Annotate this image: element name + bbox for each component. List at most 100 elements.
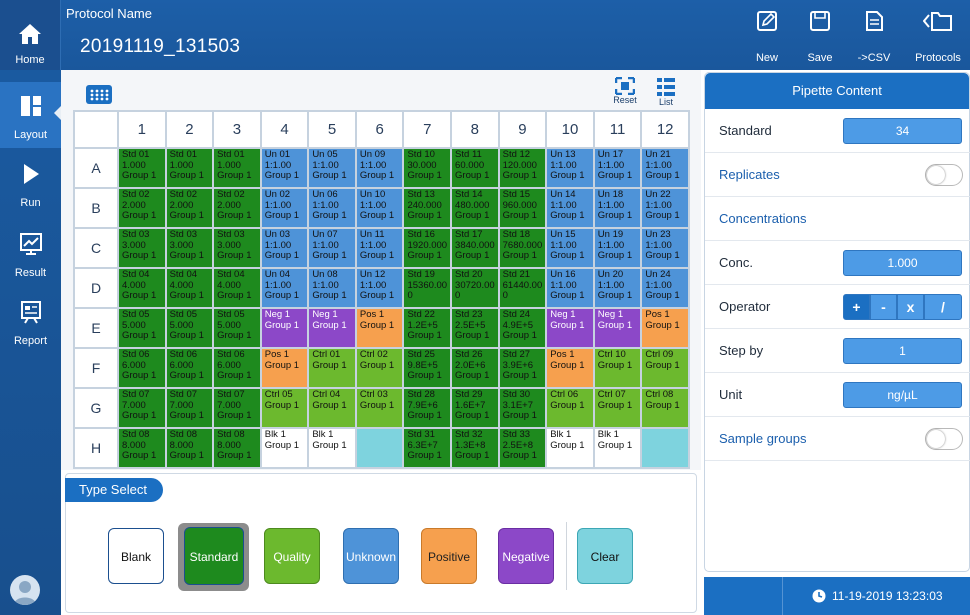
- plate-well[interactable]: Ctrl 04 Group 1: [307, 387, 357, 429]
- plate-well[interactable]: Std 04 4.000 Group 1: [212, 267, 262, 309]
- plate-well[interactable]: Neg 1 Group 1: [545, 307, 595, 349]
- plate-well[interactable]: Std 02 2.000 Group 1: [164, 187, 215, 229]
- plate-well[interactable]: Neg 1 Group 1: [307, 307, 357, 349]
- plate-well[interactable]: Un 12 1:1.00 Group 1: [354, 267, 405, 309]
- plate-well[interactable]: Un 18 1:1.00 Group 1: [592, 187, 643, 229]
- plate-well[interactable]: Std 04 4.000 Group 1: [117, 267, 167, 309]
- plate-column-header[interactable]: 10: [545, 110, 595, 149]
- plate-well[interactable]: Un 10 1:1.00 Group 1: [354, 187, 405, 229]
- plate-well[interactable]: Std 17 3840.000 Group 1: [450, 227, 500, 269]
- type-clear-button[interactable]: Clear: [577, 528, 633, 584]
- plate-well[interactable]: Ctrl 10 Group 1: [592, 347, 643, 389]
- plate-well[interactable]: Neg 1 Group 1: [592, 307, 643, 349]
- plate-row-header[interactable]: E: [73, 307, 119, 349]
- plate-well[interactable]: Std 24 4.9E+5 Group 1: [497, 307, 548, 349]
- plate-well[interactable]: Std 06 6.000 Group 1: [117, 347, 167, 389]
- plate-well[interactable]: Std 15 960.000 Group 1: [497, 187, 548, 229]
- plate-corner-cell[interactable]: [73, 110, 119, 149]
- type-blank-button[interactable]: Blank: [108, 528, 164, 584]
- plate-well[interactable]: Pos 1 Group 1: [545, 347, 595, 389]
- plate-well[interactable]: Pos 1 Group 1: [259, 347, 310, 389]
- plate-well[interactable]: Std 11 60.000 Group 1: [450, 147, 500, 189]
- plate-well[interactable]: Std 08 8.000 Group 1: [212, 427, 262, 469]
- plate-well[interactable]: Std 21 61440.00 0: [497, 267, 548, 309]
- plate-well[interactable]: Un 20 1:1.00 Group 1: [592, 267, 643, 309]
- plate-well[interactable]: Un 19 1:1.00 Group 1: [592, 227, 643, 269]
- plate-well[interactable]: Std 06 6.000 Group 1: [164, 347, 215, 389]
- plate-well[interactable]: Ctrl 06 Group 1: [545, 387, 595, 429]
- plate-well[interactable]: Un 02 1:1.00 Group 1: [259, 187, 310, 229]
- sidebar-item-run[interactable]: Run: [0, 150, 61, 216]
- reset-button[interactable]: Reset: [608, 77, 642, 109]
- plate-well[interactable]: Blk 1 Group 1: [592, 427, 643, 469]
- plate-well[interactable]: Std 16 1920.000 Group 1: [402, 227, 453, 269]
- plate-well[interactable]: Un 13 1:1.00 Group 1: [545, 147, 595, 189]
- plate-well[interactable]: Std 05 5.000 Group 1: [117, 307, 167, 349]
- plate-well[interactable]: Std 02 2.000 Group 1: [212, 187, 262, 229]
- plate-column-header[interactable]: 8: [450, 110, 500, 149]
- plate-well[interactable]: Un 21 1:1.00 Group 1: [640, 147, 690, 189]
- replicates-toggle[interactable]: [925, 164, 963, 186]
- plate-well[interactable]: [354, 427, 405, 469]
- type-standard-button[interactable]: Standard: [184, 527, 244, 585]
- operator-minus-button[interactable]: -: [870, 294, 897, 320]
- plate-column-header[interactable]: 1: [117, 110, 167, 149]
- conc-value-field[interactable]: 1.000: [843, 250, 962, 276]
- plate-well[interactable]: Un 05 1:1.00 Group 1: [307, 147, 357, 189]
- list-button[interactable]: List: [649, 77, 683, 109]
- plate-well[interactable]: Std 10 30.000 Group 1: [402, 147, 453, 189]
- plate-column-header[interactable]: 9: [497, 110, 548, 149]
- type-unknown-button[interactable]: Unknown: [343, 528, 399, 584]
- plate-well[interactable]: Std 22 1.2E+5 Group 1: [402, 307, 453, 349]
- sample-groups-toggle[interactable]: [925, 428, 963, 450]
- plate-row-header[interactable]: G: [73, 387, 119, 429]
- plate-well[interactable]: Std 18 7680.000 Group 1: [497, 227, 548, 269]
- plate-well[interactable]: Un 11 1:1.00 Group 1: [354, 227, 405, 269]
- plate-well[interactable]: Std 08 8.000 Group 1: [164, 427, 215, 469]
- export-csv-button[interactable]: ->CSV: [854, 0, 894, 70]
- plate-well[interactable]: Un 01 1:1.00 Group 1: [259, 147, 310, 189]
- plate-well[interactable]: Std 03 3.000 Group 1: [117, 227, 167, 269]
- plate-well[interactable]: Std 08 8.000 Group 1: [117, 427, 167, 469]
- plate-column-header[interactable]: 7: [402, 110, 453, 149]
- standard-value-field[interactable]: 34: [843, 118, 962, 144]
- save-button[interactable]: Save: [801, 0, 839, 70]
- plate-well[interactable]: Ctrl 07 Group 1: [592, 387, 643, 429]
- plate-well[interactable]: Blk 1 Group 1: [545, 427, 595, 469]
- plate-well[interactable]: Un 08 1:1.00 Group 1: [307, 267, 357, 309]
- plate-well[interactable]: Std 04 4.000 Group 1: [164, 267, 215, 309]
- operator-multiply-button[interactable]: x: [897, 294, 924, 320]
- plate-column-header[interactable]: 2: [164, 110, 215, 149]
- plate-well[interactable]: Un 23 1:1.00 Group 1: [640, 227, 690, 269]
- plate-well[interactable]: Ctrl 02 Group 1: [354, 347, 405, 389]
- plate-well[interactable]: Std 20 30720.00 0: [450, 267, 500, 309]
- plate-well[interactable]: Un 07 1:1.00 Group 1: [307, 227, 357, 269]
- plate-row-header[interactable]: H: [73, 427, 119, 469]
- plate-well[interactable]: Std 07 7.000 Group 1: [164, 387, 215, 429]
- sidebar-item-result[interactable]: Result: [0, 220, 61, 286]
- plate-well[interactable]: Std 14 480.000 Group 1: [450, 187, 500, 229]
- plate-well[interactable]: Std 01 1.000 Group 1: [117, 147, 167, 189]
- plate-well[interactable]: Std 02 2.000 Group 1: [117, 187, 167, 229]
- plate-well[interactable]: Blk 1 Group 1: [307, 427, 357, 469]
- plate-well[interactable]: [640, 427, 690, 469]
- plate-well[interactable]: Un 17 1:1.00 Group 1: [592, 147, 643, 189]
- avatar[interactable]: [10, 575, 40, 605]
- plate-well[interactable]: Un 03 1:1.00 Group 1: [259, 227, 310, 269]
- step-value-field[interactable]: 1: [843, 338, 962, 364]
- plate-well[interactable]: Std 07 7.000 Group 1: [117, 387, 167, 429]
- plate-row-header[interactable]: D: [73, 267, 119, 309]
- plate-well[interactable]: Std 23 2.5E+5 Group 1: [450, 307, 500, 349]
- plate-well[interactable]: Std 26 2.0E+6 Group 1: [450, 347, 500, 389]
- plate-well[interactable]: Std 13 240.000 Group 1: [402, 187, 453, 229]
- plate-column-header[interactable]: 5: [307, 110, 357, 149]
- home-button[interactable]: Home: [0, 0, 61, 70]
- plate-well[interactable]: Un 15 1:1.00 Group 1: [545, 227, 595, 269]
- plate-well[interactable]: Std 05 5.000 Group 1: [212, 307, 262, 349]
- plate-well[interactable]: Pos 1 Group 1: [640, 307, 690, 349]
- sidebar-item-report[interactable]: Report: [0, 288, 61, 354]
- plate-column-header[interactable]: 12: [640, 110, 690, 149]
- plate-well[interactable]: Ctrl 08 Group 1: [640, 387, 690, 429]
- plate-well[interactable]: Ctrl 03 Group 1: [354, 387, 405, 429]
- plate-well[interactable]: Un 22 1:1.00 Group 1: [640, 187, 690, 229]
